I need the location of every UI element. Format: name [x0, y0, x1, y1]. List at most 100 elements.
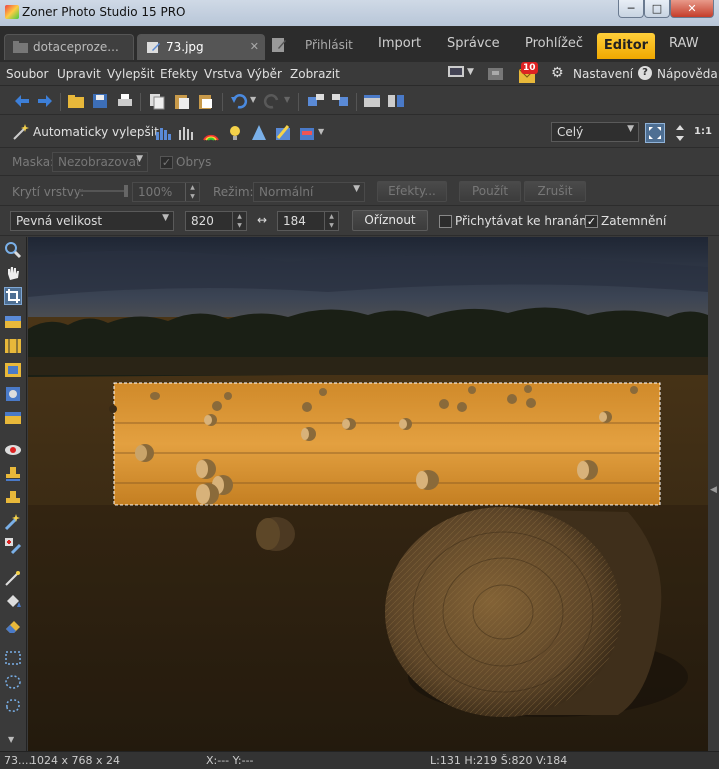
- monitor-icon[interactable]: [448, 66, 464, 80]
- clone-stamp-icon[interactable]: [4, 465, 22, 483]
- undo-dropdown-icon[interactable]: ▼: [250, 95, 256, 104]
- sharpen-icon[interactable]: [250, 124, 268, 142]
- tab-document-2[interactable]: 73.jpg ✕: [137, 34, 265, 60]
- distortion-tool-icon[interactable]: [4, 385, 22, 403]
- red-eye-tool-icon[interactable]: [4, 441, 22, 459]
- undo-icon[interactable]: [230, 92, 248, 110]
- magic-wand-icon: [13, 124, 29, 140]
- back-arrow-icon[interactable]: [13, 92, 31, 110]
- menu-file[interactable]: Soubor: [6, 67, 48, 81]
- opacity-slider-handle[interactable]: [124, 185, 128, 197]
- swap-icon[interactable]: ↔: [257, 213, 267, 227]
- redo-icon[interactable]: [263, 92, 281, 110]
- tab-close-icon[interactable]: ✕: [250, 40, 259, 53]
- menu-edit[interactable]: Upravit: [57, 67, 101, 81]
- copy-icon[interactable]: [148, 92, 166, 110]
- minimize-button[interactable]: ─: [618, 0, 644, 18]
- rect-selection-icon[interactable]: [4, 649, 22, 667]
- menu-selection[interactable]: Výběr: [247, 67, 282, 81]
- opacity-spinner[interactable]: ▲ ▼: [185, 183, 199, 201]
- gradient-filter-icon[interactable]: [4, 409, 22, 427]
- photo-hay-bales[interactable]: [28, 237, 708, 751]
- login-link[interactable]: Přihlásit: [305, 38, 353, 52]
- crop-width-input[interactable]: 820 ▲ ▼: [185, 211, 247, 231]
- filters-dropdown-icon[interactable]: ▼: [318, 127, 324, 136]
- tab-document-1[interactable]: dotaceproze...: [4, 34, 134, 60]
- right-panel-toggle[interactable]: ◀: [708, 237, 719, 751]
- gear-icon: ⚙: [551, 65, 564, 81]
- height-spinner[interactable]: ▲ ▼: [324, 212, 338, 230]
- outline-checkbox[interactable]: ✓: [160, 156, 173, 169]
- paste-new-icon[interactable]: [197, 92, 215, 110]
- more-tools-icon[interactable]: ▼: [8, 735, 14, 744]
- crop-height-input[interactable]: 184 ▲ ▼: [277, 211, 339, 231]
- forward-arrow-icon[interactable]: [36, 92, 54, 110]
- brush-tool-icon[interactable]: [4, 569, 22, 587]
- monitor-dropdown-icon[interactable]: ▼: [467, 67, 474, 77]
- tab-manager[interactable]: Správce: [447, 36, 500, 51]
- maximize-button[interactable]: □: [644, 0, 670, 18]
- fit-window-button[interactable]: [645, 123, 665, 143]
- patch-tool-icon[interactable]: [4, 537, 22, 555]
- auto-improve-button[interactable]: Automaticky vylepšit: [33, 125, 159, 139]
- levels-icon[interactable]: [155, 124, 173, 142]
- layout-single-icon[interactable]: [363, 92, 381, 110]
- menu-effects[interactable]: Efekty: [160, 67, 198, 81]
- open-folder-icon[interactable]: [67, 92, 85, 110]
- tab-raw[interactable]: RAW: [669, 36, 699, 51]
- filters-icon[interactable]: [298, 124, 316, 142]
- color-balance-icon[interactable]: [202, 124, 220, 142]
- pencil-color-icon[interactable]: [274, 124, 292, 142]
- crop-button[interactable]: Oříznout: [352, 210, 428, 231]
- print-icon[interactable]: [116, 92, 134, 110]
- canvas-tool-icon[interactable]: [4, 361, 22, 379]
- effects-button[interactable]: Efekty...: [377, 181, 447, 202]
- curves-icon[interactable]: [178, 124, 196, 142]
- rotate-left-icon[interactable]: [307, 92, 325, 110]
- opacity-input[interactable]: 100% ▲ ▼: [132, 182, 200, 202]
- apply-button[interactable]: Použít: [459, 181, 521, 202]
- layout-compare-icon[interactable]: [387, 92, 405, 110]
- notification-badge: 10: [521, 62, 538, 74]
- tab-import[interactable]: Import: [378, 36, 421, 51]
- paste-icon[interactable]: [173, 92, 191, 110]
- new-tab-icon[interactable]: [270, 36, 288, 54]
- settings-menu[interactable]: Nastavení: [573, 67, 633, 81]
- darken-checkbox[interactable]: ✓: [585, 215, 598, 228]
- horizon-tool-icon[interactable]: [4, 313, 22, 331]
- zoom-select[interactable]: Celý ▼: [551, 122, 639, 142]
- rotate-right-icon[interactable]: [331, 92, 349, 110]
- fit-height-icon[interactable]: [671, 124, 689, 142]
- opacity-slider[interactable]: [78, 185, 128, 197]
- mode-select[interactable]: Normální ▼: [253, 182, 365, 202]
- fill-tool-icon[interactable]: [4, 593, 22, 611]
- save-icon[interactable]: [91, 92, 109, 110]
- crop-mode-select[interactable]: Pevná velikost ▼: [10, 211, 174, 231]
- lasso-selection-icon[interactable]: [4, 697, 22, 715]
- crop-tool[interactable]: [4, 287, 22, 305]
- upload-icon[interactable]: [488, 66, 503, 80]
- close-button[interactable]: ✕: [670, 0, 714, 18]
- menu-enhance[interactable]: Vylepšit: [107, 67, 155, 81]
- image-canvas[interactable]: [28, 237, 708, 751]
- snap-checkbox[interactable]: [439, 215, 452, 228]
- hand-tool-icon[interactable]: [4, 264, 22, 282]
- zoom-tool-icon[interactable]: [4, 241, 22, 259]
- help-menu[interactable]: Nápověda: [657, 67, 718, 81]
- ellipse-selection-icon[interactable]: [4, 673, 22, 691]
- redo-dropdown-icon[interactable]: ▼: [284, 95, 290, 104]
- menu-layer[interactable]: Vrstva: [204, 67, 243, 81]
- eraser-tool-icon[interactable]: [4, 617, 22, 635]
- perspective-tool-icon[interactable]: [4, 337, 22, 355]
- retouch-brush-icon[interactable]: [4, 513, 22, 531]
- tab-editor[interactable]: Editor: [597, 33, 655, 59]
- actual-size-button[interactable]: 1:1: [694, 126, 712, 137]
- width-spinner[interactable]: ▲ ▼: [232, 212, 246, 230]
- tab-viewer[interactable]: Prohlížeč: [525, 36, 583, 51]
- healing-brush-icon[interactable]: [4, 489, 22, 507]
- main-toolbar: ▼ ▼: [0, 87, 719, 115]
- mask-select[interactable]: Nezobrazovat ▼: [52, 152, 148, 172]
- cancel-button[interactable]: Zrušit: [524, 181, 586, 202]
- light-bulb-icon[interactable]: [226, 124, 244, 142]
- menu-view[interactable]: Zobrazit: [290, 67, 340, 81]
